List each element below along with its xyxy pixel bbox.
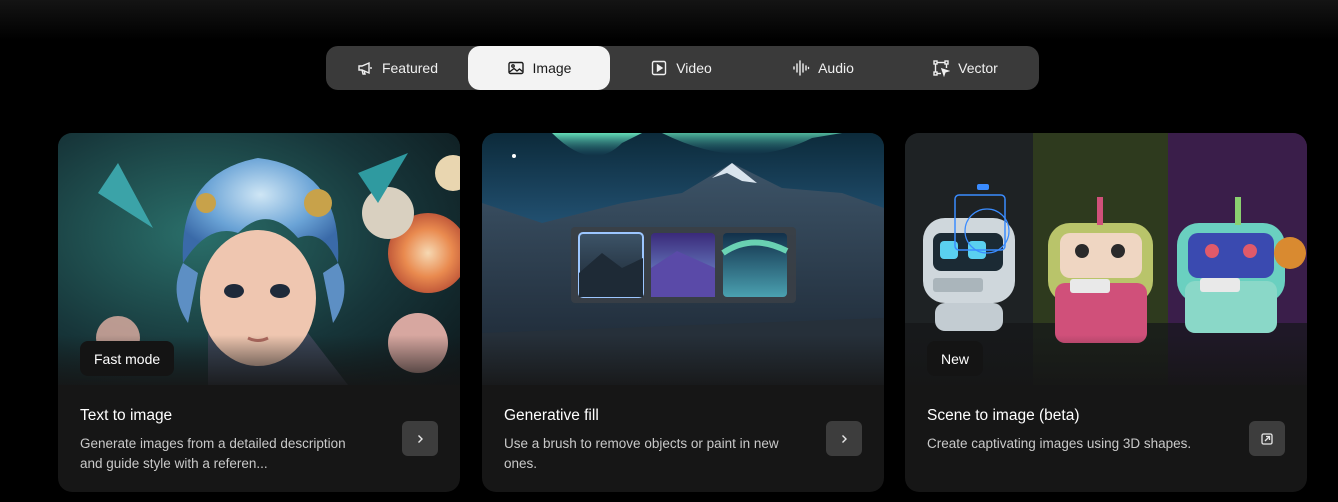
- top-background-fade: [0, 0, 1338, 40]
- tab-label: Vector: [958, 60, 998, 76]
- video-icon: [652, 60, 667, 76]
- open-feature-button[interactable]: [402, 421, 438, 456]
- tab-video[interactable]: Video: [610, 46, 752, 90]
- feature-card-scene-to-image[interactable]: New Scene to image (beta) Create captiva…: [905, 133, 1307, 492]
- tab-audio[interactable]: Audio: [752, 46, 894, 90]
- tab-featured[interactable]: Featured: [326, 46, 468, 90]
- card-description: Use a brush to remove objects or paint i…: [504, 436, 779, 471]
- tab-image[interactable]: Image: [468, 46, 610, 90]
- chevron-right-icon: [842, 434, 847, 443]
- card-title: Scene to image (beta): [927, 407, 1080, 424]
- open-feature-button[interactable]: [826, 421, 862, 456]
- tab-vector[interactable]: Vector: [894, 46, 1036, 90]
- chevron-right-icon: [418, 434, 423, 443]
- card-description: Create captivating images using 3D shape…: [927, 436, 1192, 451]
- tab-label: Audio: [818, 60, 854, 76]
- tab-label: Video: [676, 60, 712, 76]
- card-preview-image: [482, 133, 884, 385]
- card-title: Generative fill: [504, 407, 599, 424]
- megaphone-icon: [358, 61, 372, 75]
- image-icon: [507, 61, 524, 75]
- card-title: Text to image: [80, 407, 173, 424]
- status-badge: Fast mode: [80, 341, 175, 376]
- media-type-tabbar: Featured Image Video Audio Vector: [326, 46, 1039, 90]
- vector-icon: [933, 60, 951, 77]
- tab-label: Image: [532, 60, 572, 76]
- open-external-button[interactable]: [1249, 421, 1285, 456]
- feature-card-generative-fill[interactable]: Generative fill Use a brush to remove ob…: [482, 133, 884, 492]
- external-open-icon: [1261, 432, 1273, 445]
- audio-waveform-icon: [793, 60, 810, 76]
- tab-label: Featured: [381, 60, 439, 76]
- feature-card-text-to-image[interactable]: Fast mode Text to image Generate images …: [58, 133, 460, 492]
- status-badge: New: [927, 341, 984, 376]
- card-description: Generate images from a detailed descript…: [80, 436, 346, 471]
